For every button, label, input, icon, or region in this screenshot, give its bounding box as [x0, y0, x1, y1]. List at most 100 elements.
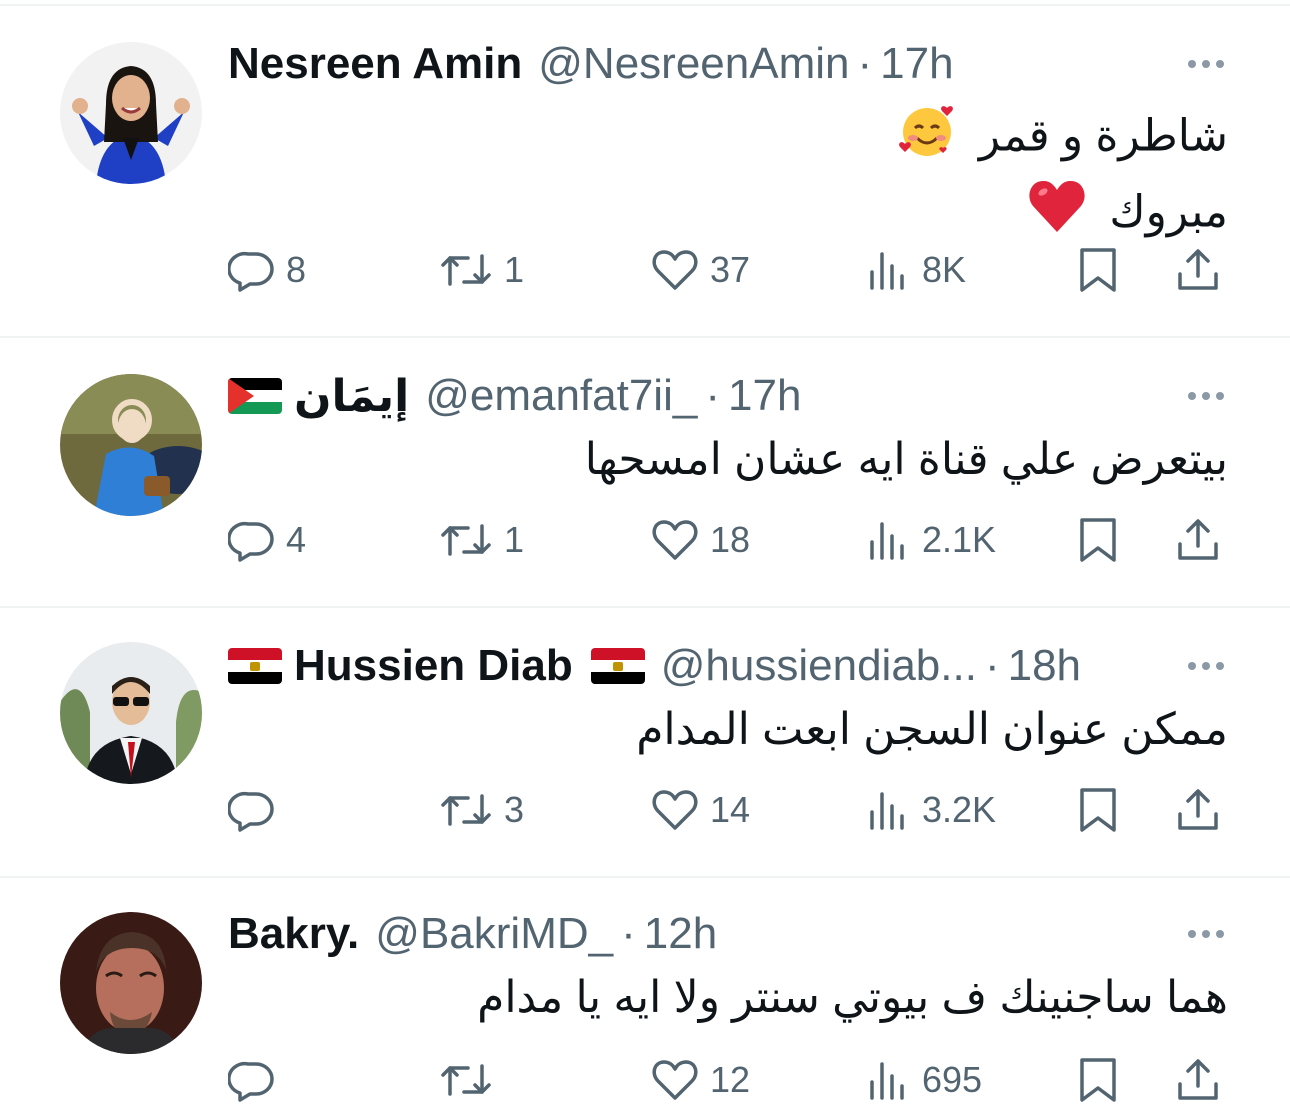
action-bar: 12 695: [228, 1052, 1228, 1108]
share-button[interactable]: [1174, 782, 1222, 838]
timestamp[interactable]: 18h: [1008, 641, 1081, 691]
analytics-icon: [870, 252, 904, 290]
egypt-flag-icon: [590, 648, 645, 684]
tweet-header: إيمَان @emanfat7ii_ · 17h: [228, 368, 1250, 424]
view-count: 3.2K: [922, 789, 997, 830]
repost-button[interactable]: 1: [438, 242, 524, 298]
heart-icon: [652, 790, 698, 830]
timestamp[interactable]: 17h: [880, 39, 953, 89]
bookmark-button[interactable]: [1076, 782, 1120, 838]
tweet-text-line: بيتعرض علي قناة ايه عشان امسحها: [584, 435, 1228, 484]
reply-button[interactable]: 4: [228, 512, 306, 568]
reply-button[interactable]: 8: [228, 242, 306, 298]
tweet-header: Nesreen Amin @NesreenAmin · 17h: [228, 36, 1250, 92]
repost-button[interactable]: 1: [438, 512, 524, 568]
repost-icon: [441, 254, 491, 286]
like-count: 18: [710, 519, 751, 560]
heart-icon: [652, 250, 698, 290]
share-button[interactable]: [1174, 512, 1222, 568]
share-button[interactable]: [1174, 242, 1222, 298]
egypt-flag-icon: [228, 648, 282, 684]
more-options-icon[interactable]: [1188, 662, 1224, 670]
timestamp[interactable]: 12h: [644, 909, 717, 959]
display-name[interactable]: Nesreen Amin: [228, 39, 522, 89]
repost-count: 1: [504, 249, 525, 290]
share-button[interactable]: [1174, 1052, 1222, 1108]
timestamp[interactable]: 17h: [728, 371, 801, 421]
user-handle[interactable]: @NesreenAmin: [538, 39, 849, 89]
tweet-reply[interactable]: Nesreen Amin @NesreenAmin · 17h شاطرة و …: [0, 6, 1290, 338]
display-name[interactable]: إيمَان: [228, 371, 409, 422]
repost-count: 3: [504, 789, 525, 830]
reply-icon: [228, 521, 274, 562]
like-count: 37: [710, 249, 751, 290]
avatar[interactable]: [60, 374, 202, 516]
user-handle[interactable]: @hussiendiab...: [661, 641, 977, 691]
tweet-reply[interactable]: Bakry. @BakriMD_ · 12h هما ساجنينك ف بيو…: [0, 878, 1290, 1116]
tweet-text-line: مبروك: [228, 178, 1228, 252]
repost-icon: [441, 524, 491, 556]
avatar[interactable]: [60, 642, 202, 784]
bookmark-icon: [1080, 518, 1116, 562]
like-button[interactable]: 18: [650, 512, 750, 568]
separator-dot: ·: [984, 641, 1000, 690]
heart-icon: [652, 1060, 698, 1100]
like-button[interactable]: 12: [650, 1052, 750, 1108]
tweet-reply[interactable]: Hussien Diab @hussiendiab... · 18h ممكن …: [0, 608, 1290, 878]
reply-icon: [228, 251, 274, 292]
display-name[interactable]: Bakry.: [228, 909, 359, 959]
palestine-flag-icon: [228, 378, 282, 414]
tweet-reply[interactable]: إيمَان @emanfat7ii_ · 17h بيتعرض علي قنا…: [0, 338, 1290, 608]
action-bar: 4 1 18 2.1K: [228, 512, 1228, 568]
tweet-text: ممكن عنوان السجن ابعت المدام: [228, 698, 1228, 762]
separator-dot: ·: [857, 39, 873, 88]
tweet-text-line: شاطرة و قمر: [228, 100, 1228, 178]
like-count: 12: [710, 1059, 751, 1100]
like-button[interactable]: 37: [650, 242, 750, 298]
reply-button[interactable]: [228, 782, 286, 838]
more-options-icon[interactable]: [1188, 60, 1224, 68]
repost-button[interactable]: [438, 1052, 504, 1108]
reply-button[interactable]: [228, 1052, 286, 1108]
bookmark-icon: [1080, 1058, 1116, 1102]
repost-count: 1: [504, 519, 525, 560]
views-button[interactable]: 695: [864, 1052, 982, 1108]
red-heart-icon: [1027, 178, 1087, 252]
avatar[interactable]: [60, 42, 202, 184]
reply-count: 4: [286, 519, 307, 560]
views-button[interactable]: 3.2K: [864, 782, 996, 838]
bookmark-button[interactable]: [1076, 1052, 1120, 1108]
user-handle[interactable]: @emanfat7ii_: [425, 371, 697, 421]
bookmark-icon: [1080, 248, 1116, 292]
analytics-icon: [870, 1062, 904, 1100]
more-options-icon[interactable]: [1188, 930, 1224, 938]
view-count: 695: [922, 1059, 983, 1100]
repost-button[interactable]: 3: [438, 782, 524, 838]
tweet-text: هما ساجنينك ف بيوتي سنتر ولا ايه يا مدام: [228, 966, 1228, 1030]
tweet-header: Hussien Diab @hussiendiab... · 18h: [228, 638, 1250, 694]
analytics-icon: [870, 792, 904, 830]
smiling-face-with-hearts-icon: [897, 100, 957, 178]
bookmark-icon: [1080, 788, 1116, 832]
tweet-text: بيتعرض علي قناة ايه عشان امسحها: [228, 428, 1228, 492]
heart-icon: [652, 520, 698, 560]
view-count: 2.1K: [922, 519, 997, 560]
repost-icon: [441, 794, 491, 826]
analytics-icon: [870, 522, 904, 560]
bookmark-button[interactable]: [1076, 242, 1120, 298]
like-button[interactable]: 14: [650, 782, 750, 838]
views-button[interactable]: 2.1K: [864, 512, 996, 568]
views-button[interactable]: 8K: [864, 242, 966, 298]
bookmark-button[interactable]: [1076, 512, 1120, 568]
more-options-icon[interactable]: [1188, 392, 1224, 400]
separator-dot: ·: [705, 371, 720, 420]
avatar[interactable]: [60, 912, 202, 1054]
display-name[interactable]: Hussien Diab: [228, 641, 645, 691]
repost-icon: [441, 1064, 491, 1096]
like-count: 14: [710, 789, 751, 830]
user-handle[interactable]: @BakriMD_: [375, 909, 613, 959]
separator-dot: ·: [621, 909, 636, 958]
action-bar: 3 14 3.2K: [228, 782, 1228, 838]
tweet-text-line: هما ساجنينك ف بيوتي سنتر ولا ايه يا مدام: [477, 973, 1228, 1022]
view-count: 8K: [922, 249, 967, 290]
